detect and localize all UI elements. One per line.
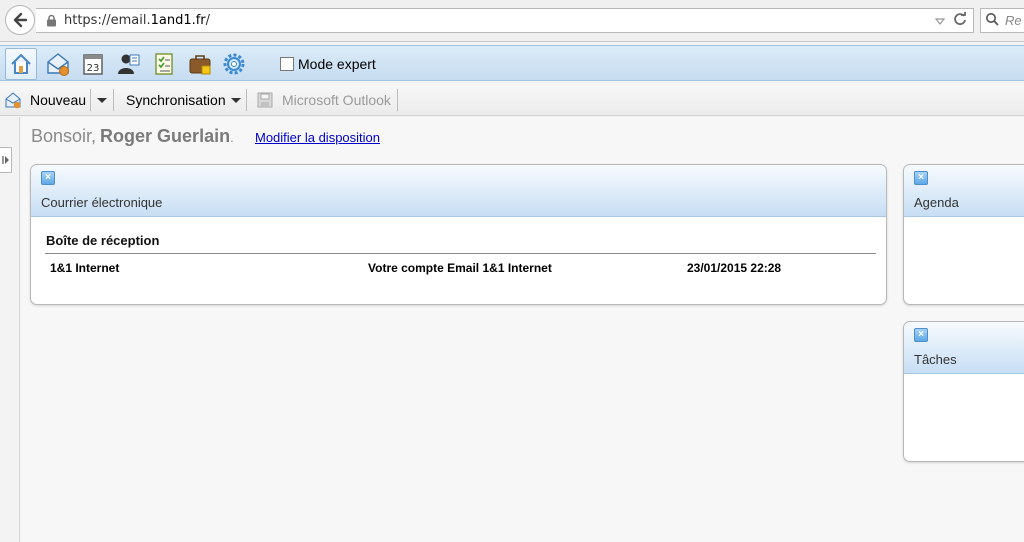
greeting-hello: Bonsoir, (31, 126, 97, 146)
close-icon[interactable]: × (914, 171, 928, 185)
dashboard-content: Bonsoir, Roger Guerlain. Modifier la dis… (21, 117, 1024, 542)
close-icon[interactable]: × (914, 328, 928, 342)
address-bar[interactable]: https://email.1and1.fr/ (36, 8, 974, 33)
user-name: Roger Guerlain (100, 126, 231, 146)
mail-widget-header: × Courrier électronique (31, 165, 886, 217)
mail-button[interactable] (44, 50, 72, 78)
new-mail-icon (5, 92, 21, 109)
mail-subject: Votre compte Email 1&1 Internet (368, 261, 552, 275)
left-panel-strip (0, 117, 20, 542)
outlook-button[interactable]: Microsoft Outlook (257, 84, 391, 116)
greeting-dot: . (230, 130, 234, 145)
expand-panel-handle[interactable] (0, 147, 12, 173)
briefcase-icon (189, 55, 211, 75)
tasks-widget: × Tâches (903, 321, 1024, 462)
briefcase-button[interactable] (186, 50, 214, 78)
agenda-widget-title: Agenda (914, 195, 959, 210)
tasks-icon (155, 53, 173, 75)
chevron-down-icon (97, 97, 107, 103)
settings-button[interactable] (220, 50, 248, 78)
modify-layout-link[interactable]: Modifier la disposition (255, 130, 380, 145)
mail-from: 1&1 Internet (50, 261, 120, 275)
tasks-widget-header: × Tâches (904, 322, 1024, 374)
separator (90, 89, 91, 111)
chevron-down-icon (230, 97, 241, 103)
contacts-icon (118, 54, 140, 74)
arrow-left-icon (13, 12, 28, 28)
calendar-button[interactable]: 23 (79, 50, 107, 78)
sync-button[interactable]: Synchronisation (126, 84, 241, 116)
divider (45, 253, 876, 254)
home-button[interactable] (5, 48, 37, 80)
close-icon[interactable]: × (41, 171, 55, 185)
search-placeholder: Re (1005, 13, 1022, 28)
mail-widget: × Courrier électronique Boîte de récepti… (30, 164, 887, 305)
mode-expert-checkbox[interactable] (280, 57, 294, 71)
url-suffix: / (205, 13, 211, 28)
outlook-disk-icon (257, 92, 273, 108)
settings-icon (223, 53, 245, 75)
agenda-widget: × Agenda (903, 164, 1024, 305)
separator (113, 89, 114, 111)
mail-date: 23/01/2015 22:28 (687, 261, 782, 275)
search-input[interactable]: Re (980, 8, 1024, 33)
new-label: Nouveau (30, 92, 87, 108)
separator (246, 89, 247, 111)
calendar-day-text: 23 (87, 63, 100, 74)
home-icon (11, 54, 31, 74)
new-dropdown-button[interactable] (97, 84, 107, 116)
new-button[interactable]: Nouveau (4, 84, 86, 116)
greeting: Bonsoir, Roger Guerlain. (31, 126, 234, 147)
url-host: 1and1.fr (150, 13, 206, 28)
tasks-button[interactable] (150, 50, 178, 78)
action-toolbar: Nouveau Synchronisation Microsoft Outloo… (0, 84, 1024, 116)
tasks-widget-title: Tâches (914, 352, 957, 367)
lock-icon (44, 14, 58, 28)
reload-icon[interactable] (953, 12, 967, 31)
back-button[interactable] (5, 5, 35, 35)
dropdown-arrow-icon[interactable] (934, 13, 946, 31)
mode-expert-label: Mode expert (298, 56, 376, 72)
agenda-widget-header: × Agenda (904, 165, 1024, 217)
contacts-button[interactable] (114, 50, 142, 78)
mail-widget-title: Courrier électronique (41, 195, 163, 210)
app-toolbar: 23 Mode expert (0, 45, 1024, 81)
mail-icon (47, 53, 69, 76)
mode-expert-toggle[interactable]: Mode expert (280, 56, 376, 72)
browser-bar: https://email.1and1.fr/ Re (0, 0, 1024, 42)
url-prefix: https://email. (64, 13, 151, 28)
separator (397, 89, 398, 111)
outlook-label: Microsoft Outlook (282, 92, 391, 108)
calendar-icon: 23 (83, 54, 103, 75)
inbox-title[interactable]: Boîte de réception (46, 233, 159, 248)
chevron-right-icon (1, 156, 9, 164)
sync-label: Synchronisation (126, 92, 226, 108)
search-icon (985, 12, 999, 29)
mail-row[interactable]: 1&1 Internet Votre compte Email 1&1 Inte… (45, 261, 876, 279)
url-text: https://email.1and1.fr/ (64, 13, 210, 28)
